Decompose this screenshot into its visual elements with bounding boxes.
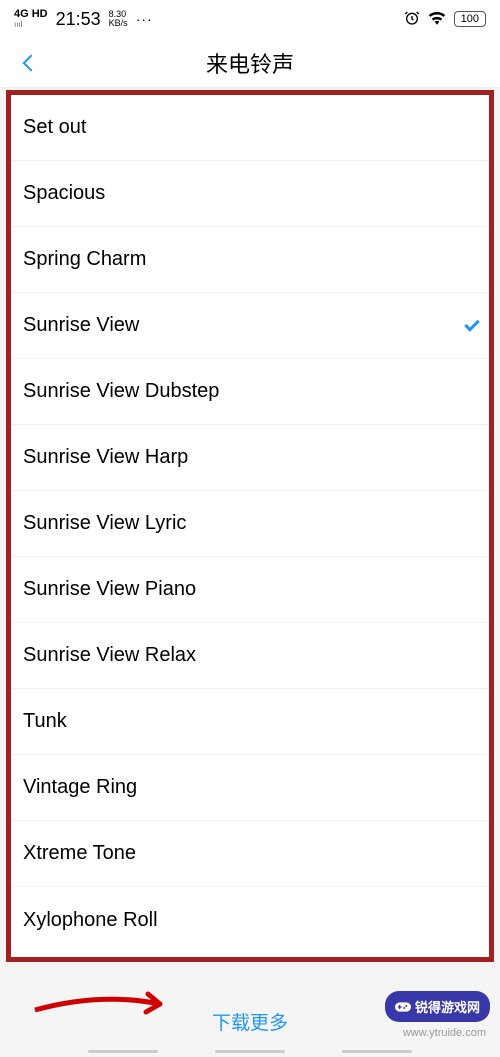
- ringtone-item[interactable]: Set out: [11, 95, 489, 161]
- speed-unit: KB/s: [109, 19, 128, 28]
- ringtone-label: Spring Charm: [23, 248, 146, 271]
- alarm-icon: [404, 10, 420, 29]
- back-button[interactable]: [14, 48, 44, 78]
- battery-indicator: 100: [454, 11, 486, 27]
- ringtone-label: Set out: [23, 116, 86, 139]
- page-title: 来电铃声: [0, 47, 500, 79]
- ringtone-label: Sunrise View: [23, 314, 139, 337]
- status-left: 4G HD ıııl 21:53 8.30 KB/s ···: [14, 9, 153, 30]
- clock: 21:53: [56, 9, 101, 30]
- ringtone-label: Xtreme Tone: [23, 842, 136, 865]
- ringtone-label: Sunrise View Piano: [23, 578, 196, 601]
- ringtone-label: Sunrise View Relax: [23, 644, 196, 667]
- watermark-badge: 锐得游戏网: [385, 991, 490, 1022]
- watermark-text: 锐得游戏网: [415, 997, 480, 1016]
- ringtone-item[interactable]: Sunrise View Dubstep: [11, 359, 489, 425]
- android-nav-bar: [0, 1045, 500, 1057]
- page-header: 来电铃声: [0, 38, 500, 88]
- download-more-button[interactable]: 下载更多: [212, 1008, 288, 1035]
- data-speed: 8.30 KB/s: [109, 10, 128, 28]
- footer-area: 下载更多 锐得游戏网 www.ytruide.com: [0, 962, 500, 1057]
- network-indicator: 4G HD ıııl: [14, 9, 48, 29]
- watermark-url: www.ytruide.com: [403, 1027, 486, 1039]
- ringtone-item[interactable]: Sunrise View: [11, 293, 489, 359]
- ringtone-item[interactable]: Sunrise View Lyric: [11, 491, 489, 557]
- ringtone-item[interactable]: Spacious: [11, 161, 489, 227]
- highlight-frame: Set out Spacious Spring Charm Sunrise View S…: [6, 90, 494, 962]
- ringtone-label: Vintage Ring: [23, 776, 137, 799]
- ringtone-item[interactable]: Xtreme Tone: [11, 821, 489, 887]
- more-dots: ···: [136, 11, 153, 27]
- wifi-icon: [428, 11, 446, 28]
- ringtone-item[interactable]: Sunrise View Relax: [11, 623, 489, 689]
- ringtone-label: Tunk: [23, 710, 67, 733]
- ringtone-item[interactable]: Spring Charm: [11, 227, 489, 293]
- gamepad-icon: [395, 999, 411, 1015]
- signal-bars: ıııl: [14, 20, 48, 29]
- ringtone-label: Sunrise View Lyric: [23, 512, 186, 535]
- network-type: 4G HD: [14, 9, 48, 20]
- ringtone-label: Sunrise View Dubstep: [23, 380, 219, 403]
- ringtone-item[interactable]: Sunrise View Harp: [11, 425, 489, 491]
- nav-segment[interactable]: [215, 1050, 285, 1053]
- arrow-annotation: [30, 982, 180, 1022]
- ringtone-item[interactable]: Vintage Ring: [11, 755, 489, 821]
- ringtone-item[interactable]: Xylophone Roll: [11, 887, 489, 953]
- nav-segment[interactable]: [88, 1050, 158, 1053]
- check-icon: [464, 316, 480, 332]
- status-bar: 4G HD ıııl 21:53 8.30 KB/s ··· 100: [0, 0, 500, 38]
- chevron-left-icon: [23, 54, 40, 71]
- ringtone-label: Spacious: [23, 182, 105, 205]
- ringtone-label: Xylophone Roll: [23, 909, 158, 932]
- status-right: 100: [404, 10, 486, 29]
- nav-segment[interactable]: [342, 1050, 412, 1053]
- ringtone-list[interactable]: Set out Spacious Spring Charm Sunrise View S…: [11, 95, 489, 957]
- ringtone-label: Sunrise View Harp: [23, 446, 188, 469]
- ringtone-item[interactable]: Sunrise View Piano: [11, 557, 489, 623]
- ringtone-item[interactable]: Tunk: [11, 689, 489, 755]
